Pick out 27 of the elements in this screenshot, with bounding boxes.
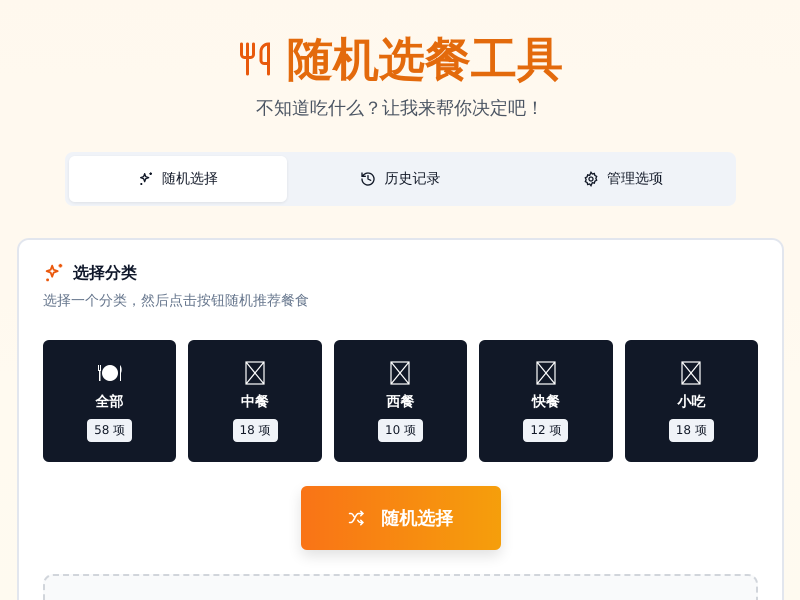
tab[interactable]: 管理选项 xyxy=(514,156,732,202)
category-name: 西餐 xyxy=(386,392,414,410)
shuffle-icon xyxy=(348,509,366,527)
category-card[interactable]: 西餐 10 项 xyxy=(334,340,468,462)
count-badge: 12 项 xyxy=(523,418,568,442)
count-badge: 18 项 xyxy=(668,418,714,442)
sparkles-icon xyxy=(138,171,154,187)
category-card[interactable]: 全部 58 项 xyxy=(43,340,176,462)
category-card[interactable]: 快餐 12 项 xyxy=(479,340,613,462)
count-badge: 58 项 xyxy=(87,418,132,442)
category-name: 小吃 xyxy=(677,392,706,410)
category-card[interactable]: 小吃 18 项 xyxy=(624,340,758,462)
category-card[interactable]: 中餐 18 项 xyxy=(188,340,322,462)
category-name: 全部 xyxy=(96,392,124,410)
history-icon xyxy=(360,171,376,187)
tab[interactable]: 历史记录 xyxy=(291,156,510,202)
count-badge: 10 项 xyxy=(378,418,424,442)
app-title: 随机选餐工具 xyxy=(287,31,563,88)
category-name: 快餐 xyxy=(532,392,560,410)
category-name: 中餐 xyxy=(241,392,270,410)
panel-title: 选择分类 xyxy=(73,262,137,284)
sparkles-icon xyxy=(43,262,65,284)
tab[interactable]: 随机选择 xyxy=(69,156,288,202)
count-badge: 18 项 xyxy=(232,418,278,442)
settings-icon xyxy=(582,171,599,187)
panel-description: 选择一个分类，然后点击按钮随机推荐餐食 xyxy=(43,292,310,310)
subtitle: 不知道吃什么？让我来帮你决定吧！ xyxy=(255,97,545,120)
